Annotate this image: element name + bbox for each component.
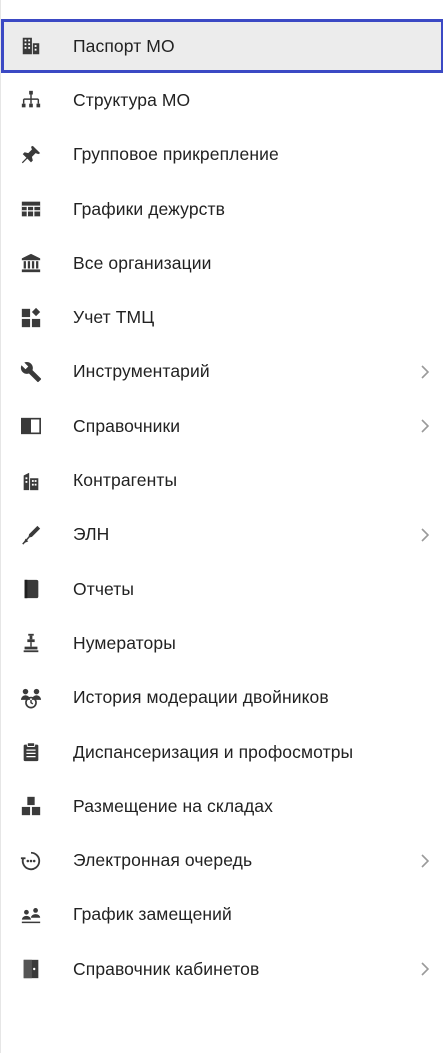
menu-item-label: Справочники — [73, 415, 181, 436]
chevron-right-icon[interactable] — [418, 960, 432, 978]
building-icon — [19, 34, 43, 58]
inventory-icon — [19, 306, 43, 330]
queue-icon — [19, 849, 43, 873]
menu-item-label: График замещений — [73, 904, 232, 925]
menu-item[interactable]: Электронная очередь — [1, 833, 443, 887]
menu-item[interactable]: Нумераторы — [1, 616, 443, 670]
menu-item[interactable]: Отчеты — [1, 562, 443, 616]
org-structure-icon — [19, 88, 43, 112]
menu-item-label: Все организации — [73, 252, 212, 273]
door-icon — [19, 957, 43, 981]
chevron-right-icon[interactable] — [418, 526, 432, 544]
menu-list: Паспорт МО Структура МО Групповое прикрепл… — [1, 19, 443, 996]
menu-item[interactable]: Графики дежурств — [1, 182, 443, 236]
menu-item[interactable]: Групповое прикрепление — [1, 128, 443, 182]
menu-item[interactable]: Диспансеризация и профосмотры — [1, 725, 443, 779]
city-buildings-icon — [19, 469, 43, 493]
stamp-icon — [19, 631, 43, 655]
menu-item-label: Инструментарий — [73, 361, 210, 382]
menu-item[interactable]: История модерации двойников — [1, 671, 443, 725]
boxes-icon — [19, 794, 43, 818]
menu-item-label: История модерации двойников — [73, 687, 329, 708]
menu-item-label: Структура МО — [73, 89, 191, 110]
table-grid-icon — [19, 197, 43, 221]
menu-item[interactable]: Учет ТМЦ — [1, 290, 443, 344]
menu-item[interactable]: Справочники — [1, 399, 443, 453]
menu-item[interactable]: Инструментарий — [1, 345, 443, 399]
report-book-icon — [19, 577, 43, 601]
menu-item[interactable]: Все организации — [1, 236, 443, 290]
sidebar-menu: Паспорт МО Структура МО Групповое прикрепл… — [0, 0, 443, 1053]
menu-item[interactable]: ЭЛН — [1, 508, 443, 562]
menu-item-label: Паспорт МО — [73, 35, 175, 56]
menu-item-label: Контрагенты — [73, 470, 178, 491]
menu-item[interactable]: Справочник кабинетов — [1, 942, 443, 996]
menu-item-label: Учет ТМЦ — [73, 307, 155, 328]
clipboard-icon — [19, 740, 43, 764]
menu-item-label: Справочник кабинетов — [73, 958, 260, 979]
menu-item-label: ЭЛН — [73, 524, 110, 545]
wrench-icon — [19, 360, 43, 384]
menu-item-label: Электронная очередь — [73, 850, 253, 871]
menu-item-label: Графики дежурств — [73, 198, 226, 219]
menu-item[interactable]: Размещение на складах — [1, 779, 443, 833]
institution-icon — [19, 251, 43, 275]
chevron-right-icon[interactable] — [418, 417, 432, 435]
chevron-right-icon[interactable] — [418, 852, 432, 870]
menu-item-label: Диспансеризация и профосмотры — [73, 741, 354, 762]
menu-item-label: Отчеты — [73, 578, 135, 599]
menu-item[interactable]: Структура МО — [1, 73, 443, 127]
menu-item-label: Нумераторы — [73, 632, 176, 653]
menu-item[interactable]: Контрагенты — [1, 453, 443, 507]
pin-icon — [19, 143, 43, 167]
pen-icon — [19, 523, 43, 547]
menu-item[interactable]: Паспорт МО — [1, 19, 443, 74]
menu-item-label: Размещение на складах — [73, 795, 273, 816]
substitution-icon — [19, 903, 43, 927]
chevron-right-icon[interactable] — [418, 363, 432, 381]
menu-item[interactable]: График замещений — [1, 888, 443, 942]
people-history-icon — [19, 686, 43, 710]
menu-item-label: Групповое прикрепление — [73, 144, 279, 165]
book-open-icon — [19, 414, 43, 438]
